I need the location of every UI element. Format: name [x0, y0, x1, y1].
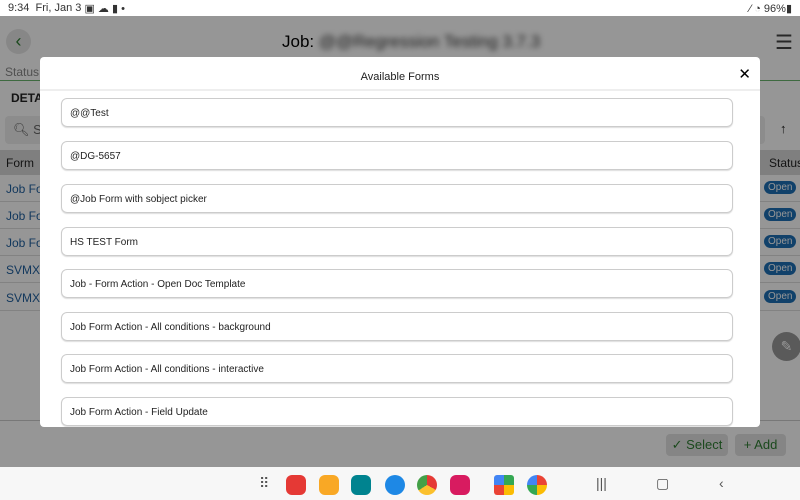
recents-icon[interactable]: ||| — [596, 475, 607, 491]
status-bar: 9:34 Fri, Jan 3 ▣ ☁ ▮ • ⁄ ◔ 96%▮ — [0, 0, 800, 16]
notification-icons: ▣ ☁ ▮ • — [84, 2, 125, 15]
form-option[interactable]: Job Form Action - All conditions - inter… — [61, 354, 733, 383]
available-forms-dialog: Available Forms ✕ @@Test @DG-5657 @Job F… — [40, 57, 760, 427]
form-option[interactable]: @DG-5657 — [61, 141, 733, 170]
messages-app-icon[interactable] — [385, 475, 405, 495]
form-option[interactable]: @@Test — [61, 98, 733, 127]
back-nav-icon[interactable]: ‹ — [719, 475, 724, 491]
clock: 9:34 — [8, 2, 30, 14]
navigation-bar: ⠿ ||| ▢ ‹ — [0, 467, 800, 500]
battery-text: 96% — [763, 2, 786, 15]
form-option[interactable]: Job Form Action - Field Update — [61, 397, 733, 426]
calendar-app-icon[interactable] — [351, 475, 371, 495]
battery-level: ⁄ ◔ 96%▮ — [749, 2, 792, 15]
play-store-icon[interactable] — [494, 475, 514, 495]
form-option[interactable]: @Job Form with sobject picker — [61, 184, 733, 213]
chrome-app-icon[interactable] — [417, 475, 437, 495]
form-option[interactable]: Job - Form Action - Open Doc Template — [61, 269, 733, 298]
camera-app-icon[interactable] — [450, 475, 470, 495]
notes-app-icon[interactable] — [286, 475, 306, 495]
photos-app-icon[interactable] — [527, 475, 547, 495]
form-option[interactable]: HS TEST Form — [61, 227, 733, 256]
home-icon[interactable]: ▢ — [656, 475, 669, 492]
dialog-title: Available Forms — [40, 57, 760, 91]
app-drawer-icon[interactable]: ⠿ — [259, 475, 269, 492]
close-icon[interactable]: ✕ — [738, 67, 751, 82]
files-app-icon[interactable] — [319, 475, 339, 495]
form-option[interactable]: Job Form Action - All conditions - backg… — [61, 312, 733, 341]
date: Fri, Jan 3 — [35, 2, 82, 14]
